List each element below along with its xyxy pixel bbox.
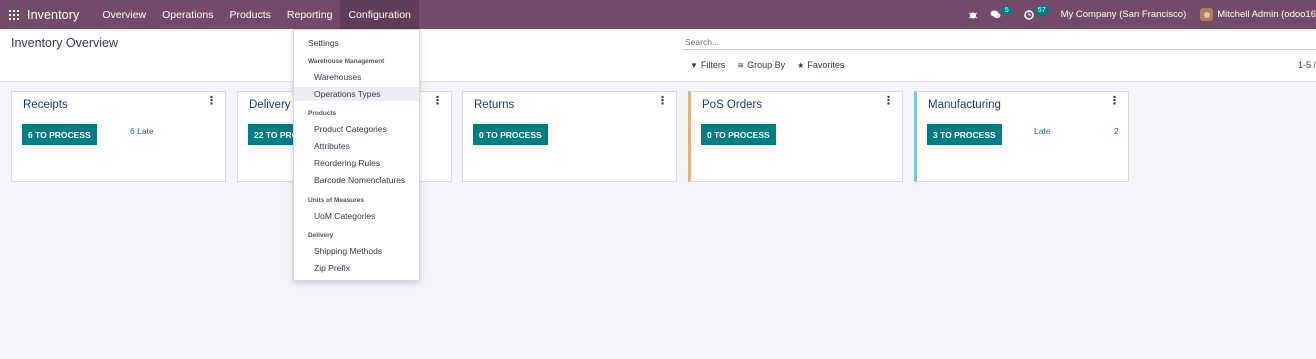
activities-icon[interactable]: 57 [1024, 6, 1049, 20]
menu-settings[interactable]: Settings [294, 36, 419, 50]
kebab-menu-icon[interactable]: ⋮ [206, 96, 217, 107]
top-navbar: Inventory Overview Operations Products R… [0, 0, 1316, 29]
card-returns[interactable]: Returns ⋮ 0 TO PROCESS [462, 91, 677, 182]
apps-grid-icon[interactable] [9, 9, 19, 20]
configuration-dropdown: Settings Warehouse Management Warehouses… [293, 29, 420, 281]
menu-uom-categories[interactable]: UoM Categories [294, 209, 419, 223]
menu-barcode-nomenclatures[interactable]: Barcode Nomenclatures [294, 173, 419, 187]
search-input[interactable] [683, 31, 1316, 50]
user-avatar[interactable] [1200, 8, 1214, 21]
late-count[interactable]: 2 [1114, 126, 1119, 136]
menu-warehouses[interactable]: Warehouses [294, 70, 419, 84]
menu-configuration[interactable]: Configuration [340, 0, 419, 29]
card-title[interactable]: Manufacturing [928, 99, 1001, 111]
card-title[interactable]: Receipts [23, 99, 68, 111]
menu-product-categories[interactable]: Product Categories [294, 122, 419, 136]
section-warehouse-management: Warehouse Management [308, 58, 385, 65]
pager[interactable]: 1-5 / [1298, 60, 1316, 70]
menu-reporting[interactable]: Reporting [279, 0, 341, 29]
menu-zip-prefix[interactable]: Zip Prefix [294, 261, 419, 275]
messages-icon[interactable]: 5 [990, 6, 1012, 19]
bug-icon[interactable] [968, 10, 978, 20]
filter-icon: ▼ [690, 60, 698, 70]
menu-operations[interactable]: Operations [154, 0, 221, 29]
star-icon: ★ [797, 60, 805, 70]
section-delivery: Delivery [308, 232, 334, 239]
card-title[interactable]: Returns [474, 99, 514, 111]
menu-attributes[interactable]: Attributes [294, 139, 419, 153]
section-products: Products [308, 110, 337, 117]
kebab-menu-icon[interactable]: ⋮ [1109, 96, 1120, 107]
filters-button[interactable]: ▼ Filters [690, 60, 725, 70]
search-options: ▼ Filters ≋ Group By ★ Favorites [690, 60, 856, 70]
section-units-of-measures: Units of Measures [308, 197, 364, 204]
to-process-button[interactable]: 0 TO PROCESS [701, 124, 776, 145]
to-process-button[interactable]: 0 TO PROCESS [473, 124, 548, 145]
user-menu[interactable]: Mitchell Admin (odoo16 [1217, 9, 1316, 20]
favorites-label: Favorites [807, 60, 845, 70]
messages-badge: 5 [1001, 6, 1012, 15]
menu-products[interactable]: Products [221, 0, 278, 29]
menu-shipping-methods[interactable]: Shipping Methods [294, 244, 419, 258]
to-process-button[interactable]: 3 TO PROCESS [927, 124, 1002, 145]
favorites-button[interactable]: ★ Favorites [797, 60, 844, 70]
filters-label: Filters [700, 60, 726, 70]
late-link[interactable]: 6 Late [130, 126, 154, 136]
to-process-button[interactable]: 6 TO PROCESS [22, 124, 97, 145]
app-brand[interactable]: Inventory [27, 8, 79, 22]
menu-overview[interactable]: Overview [94, 0, 154, 29]
company-switcher[interactable]: My Company (San Francisco) [1061, 9, 1187, 20]
kebab-menu-icon[interactable]: ⋮ [432, 96, 443, 107]
menu-operations-types[interactable]: Operations Types [294, 87, 419, 101]
groupby-label: Group By [747, 60, 786, 70]
page-title: Inventory Overview [11, 36, 118, 50]
layers-icon: ≋ [737, 60, 745, 70]
menu-reordering-rules[interactable]: Reordering Rules [294, 156, 419, 170]
card-receipts[interactable]: Receipts ⋮ 6 TO PROCESS 6 Late [11, 91, 226, 182]
navbar-systray: 5 57 My Company (San Francisco) Mitchell… [968, 0, 1316, 29]
activities-badge: 57 [1034, 6, 1049, 15]
control-panel: Inventory Overview ▼ Filters ≋ Group By … [0, 29, 1316, 82]
kebab-menu-icon[interactable]: ⋮ [657, 96, 668, 107]
kebab-menu-icon[interactable]: ⋮ [883, 96, 894, 107]
card-pos-orders[interactable]: PoS Orders ⋮ 0 TO PROCESS [688, 91, 903, 182]
card-title[interactable]: PoS Orders [702, 99, 762, 111]
late-link[interactable]: Late [1034, 126, 1051, 136]
groupby-button[interactable]: ≋ Group By [737, 60, 785, 70]
card-manufacturing[interactable]: Manufacturing ⋮ 3 TO PROCESS Late 2 [914, 91, 1129, 182]
